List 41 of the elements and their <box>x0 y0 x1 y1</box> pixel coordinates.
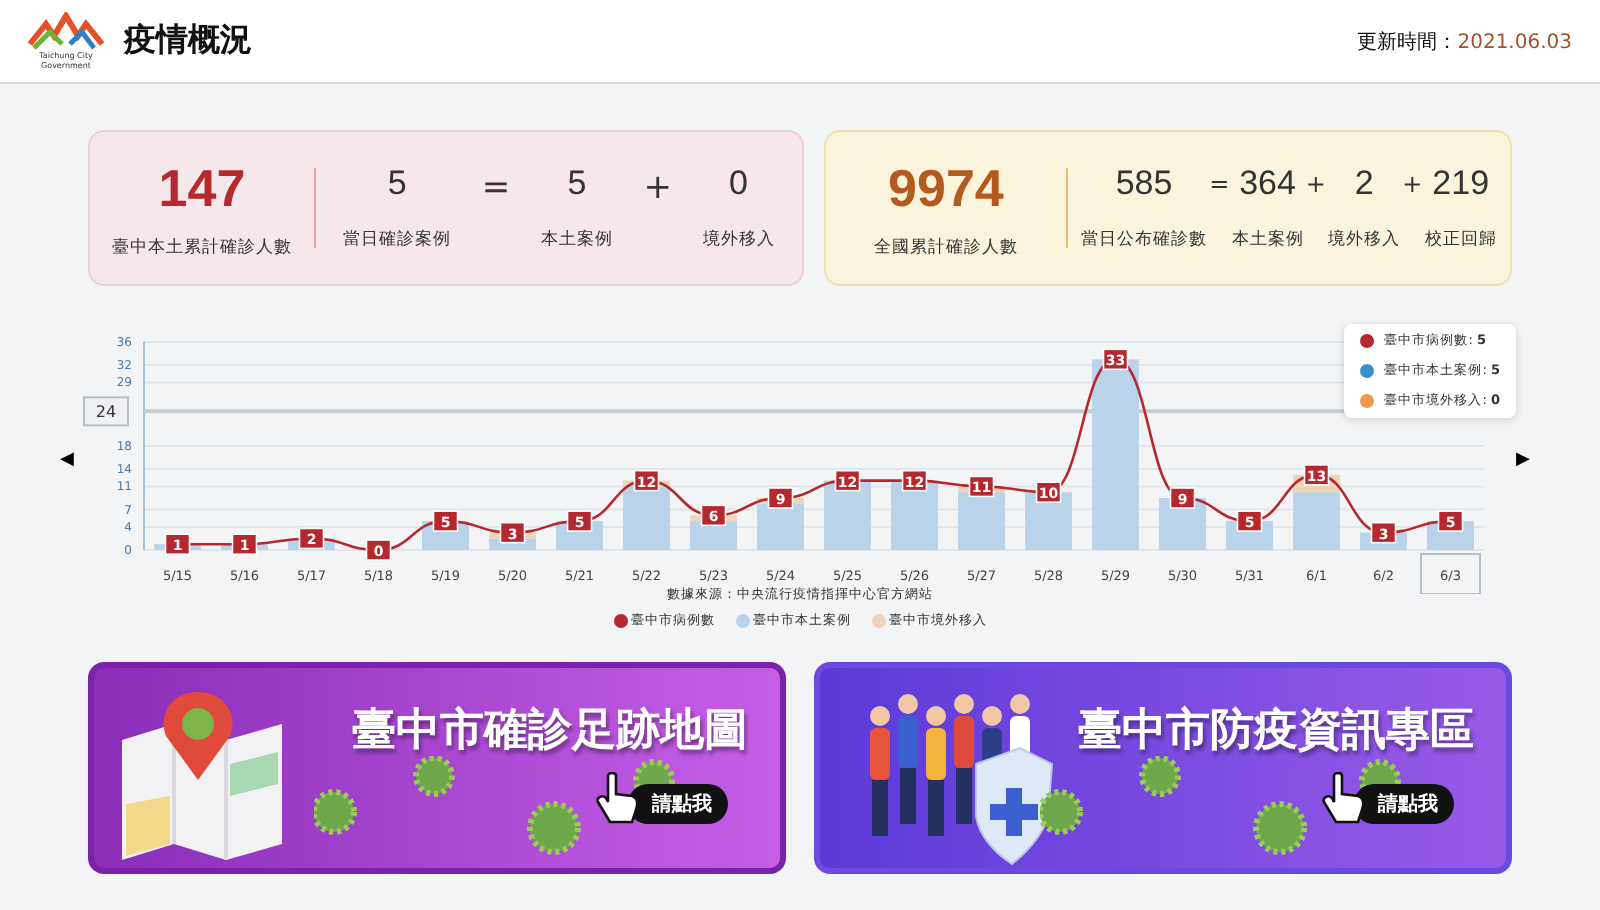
operator-sign: + <box>1402 170 1423 198</box>
page-title: 疫情概況 <box>124 20 252 62</box>
pointing-hand-icon <box>596 772 640 824</box>
previous-arrow[interactable]: ◀ <box>60 450 80 470</box>
case-label: 境外移入 <box>1328 228 1401 252</box>
promo-banner[interactable]: 臺中市確診足跡地圖 請點我 <box>88 662 786 874</box>
case-label: 當日公布確診數 <box>1081 228 1207 252</box>
case-bar <box>824 480 871 550</box>
click-me-button[interactable]: 請點我 <box>628 784 728 824</box>
case-bar <box>891 480 938 550</box>
pointing-hand-icon <box>1322 772 1366 824</box>
banner-title: 臺中市防疫資訊專區 <box>1078 703 1474 760</box>
case-count: 5 <box>567 164 587 204</box>
update-time: 更新時間：2021.06.03 <box>1357 29 1572 55</box>
crosshair-label: 24 <box>83 396 129 427</box>
case-label: 校正回歸 <box>1424 228 1497 252</box>
total-count: 9974 <box>888 157 1004 219</box>
category-highlight <box>1420 553 1481 594</box>
operator-sign: + <box>643 168 672 208</box>
total-label: 全國累計確診人數 <box>873 235 1018 259</box>
next-arrow[interactable]: ▶ <box>1516 450 1536 470</box>
click-me-button[interactable]: 請點我 <box>1354 784 1454 824</box>
case-count: 219 <box>1432 164 1490 204</box>
operator-sign: = <box>1209 170 1230 198</box>
ref-line-label: 24 <box>95 403 117 422</box>
case-count: 2 <box>1354 164 1374 204</box>
total-count: 147 <box>158 157 246 219</box>
case-count: 364 <box>1239 164 1296 204</box>
promo-banner[interactable]: 臺中市防疫資訊專區 請點我 <box>814 662 1512 874</box>
operator-sign: = <box>481 168 511 208</box>
operator-sign: + <box>1305 170 1326 198</box>
case-label: 當日確診案例 <box>343 228 452 252</box>
case-label: 本土案例 <box>1231 228 1304 252</box>
city-logo-icon <box>26 12 106 53</box>
case-count: 5 <box>387 164 407 204</box>
case-count: 0 <box>729 164 748 204</box>
case-count: 585 <box>1115 164 1173 204</box>
case-label: 境外移入 <box>702 228 775 252</box>
case-label: 本土案例 <box>540 228 613 252</box>
banner-title: 臺中市確診足跡地圖 <box>352 703 748 760</box>
total-label: 臺中本土累計確診人數 <box>112 235 292 259</box>
